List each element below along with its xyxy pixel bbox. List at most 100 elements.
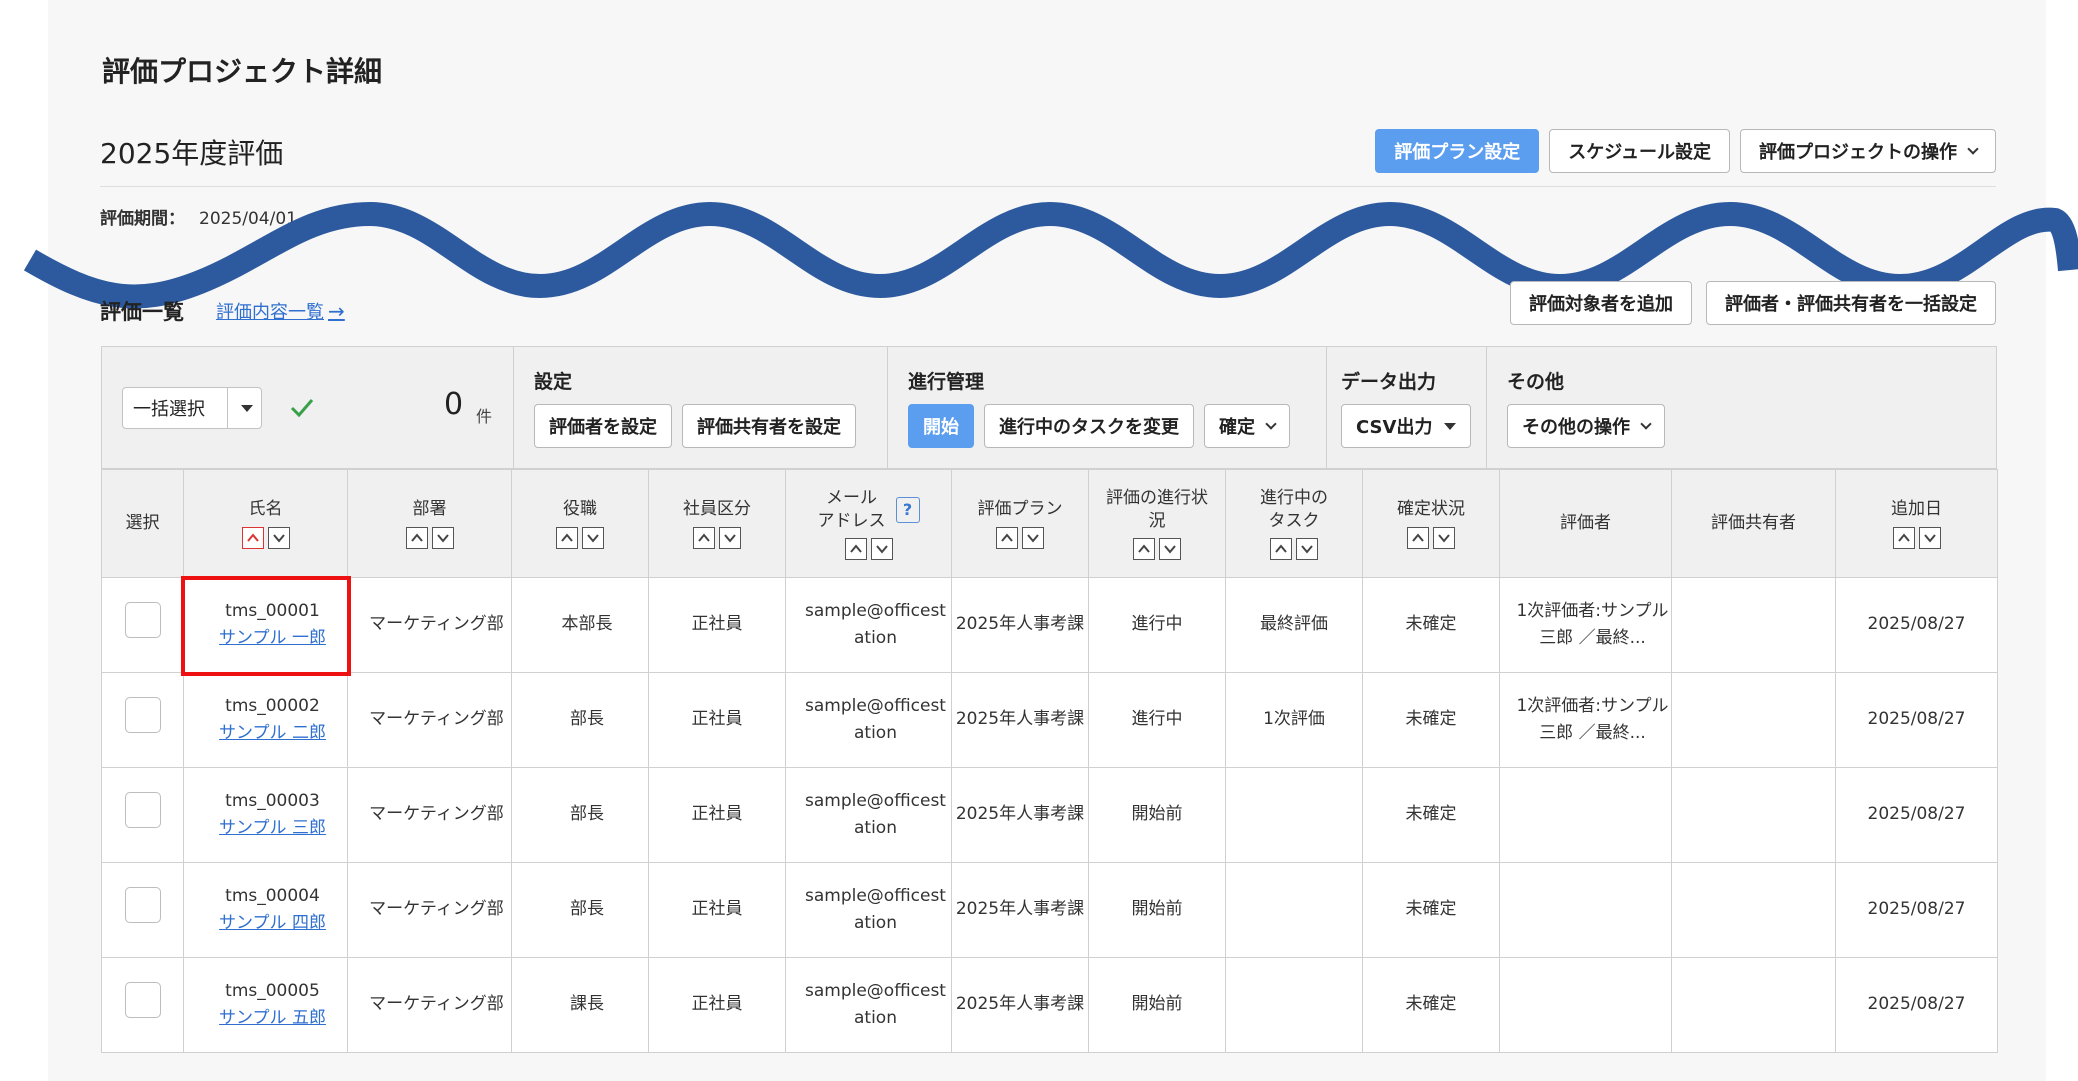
sort-asc-icon[interactable] bbox=[693, 526, 715, 549]
employee-type-cell: 正社員 bbox=[648, 862, 786, 958]
sort-desc-icon[interactable] bbox=[1296, 538, 1318, 561]
table-row: tms_00002 サンプル 二郎 マーケティング部 部長 正社員 sample@… bbox=[101, 672, 1998, 768]
list-title: 評価一覧 bbox=[100, 300, 184, 324]
evaluator-cell bbox=[1499, 767, 1672, 863]
sort-desc-icon[interactable] bbox=[1022, 526, 1044, 549]
add-target-button[interactable]: 評価対象者を追加 bbox=[1510, 281, 1692, 325]
other-operations-label: その他の操作 bbox=[1522, 417, 1630, 438]
project-name: 2025年度評価 bbox=[100, 137, 284, 170]
position-cell: 部長 bbox=[511, 862, 649, 958]
project-operations-label: 評価プロジェクトの操作 bbox=[1759, 142, 1957, 163]
csv-export-button[interactable]: CSV出力 bbox=[1341, 404, 1472, 448]
table-toolbar: 一括選択 0 件 設定 評価者を設定 評価共有者を設定 進行管理 開始 進行中の… bbox=[101, 346, 1997, 469]
evaluator-cell: 1次評価者:サンプル 三郎 ／最終... bbox=[1499, 672, 1672, 768]
sort-asc-icon[interactable] bbox=[241, 526, 264, 549]
sort-desc-icon[interactable] bbox=[719, 526, 741, 549]
employee-name-link[interactable]: サンプル 二郎 bbox=[198, 720, 347, 747]
col-progress: 評価の進行状 況 bbox=[1088, 469, 1226, 578]
table-header-row: 選択 氏名 部署 役職 社員区分 メール アドレス ? 評価プラン 評価の進行状… bbox=[101, 469, 1998, 578]
sort-desc-icon[interactable] bbox=[1918, 526, 1941, 549]
employee-name-link[interactable]: サンプル 五郎 bbox=[198, 1005, 347, 1032]
department-cell: マーケティング部 bbox=[347, 672, 512, 768]
sharer-cell bbox=[1671, 577, 1836, 673]
employee-name-link[interactable]: サンプル 一郎 bbox=[198, 625, 347, 652]
sort-asc-icon[interactable] bbox=[1133, 538, 1155, 561]
other-operations-button[interactable]: その他の操作 bbox=[1507, 404, 1665, 448]
employee-name-link[interactable]: サンプル 四郎 bbox=[198, 910, 347, 937]
col-department: 部署 bbox=[347, 469, 512, 578]
sort-asc-icon[interactable] bbox=[1407, 526, 1429, 549]
sort-asc-icon[interactable] bbox=[556, 526, 578, 549]
progress-cell: 進行中 bbox=[1088, 577, 1226, 673]
table-row: tms_00004 サンプル 四郎 マーケティング部 部長 正社員 sample@… bbox=[101, 862, 1998, 958]
sort-asc-icon[interactable] bbox=[1270, 538, 1292, 561]
progress-cell: 進行中 bbox=[1088, 672, 1226, 768]
change-task-button[interactable]: 進行中のタスクを変更 bbox=[984, 404, 1194, 448]
row-checkbox[interactable] bbox=[124, 887, 161, 924]
sort-asc-icon[interactable] bbox=[405, 526, 428, 549]
progress-cell: 開始前 bbox=[1088, 957, 1226, 1053]
plan-cell: 2025年人事考課 bbox=[951, 957, 1089, 1053]
chevron-down-icon bbox=[1640, 418, 1652, 430]
task-cell bbox=[1225, 957, 1363, 1053]
employee-id: tms_00004 bbox=[225, 885, 320, 906]
email-cell: sample@officestation bbox=[785, 957, 952, 1053]
sort-asc-icon[interactable] bbox=[1892, 526, 1915, 549]
confirm-label: 確定 bbox=[1219, 417, 1255, 438]
other-group: その他 その他の操作 bbox=[1486, 347, 1996, 468]
sort-desc-icon[interactable] bbox=[431, 526, 454, 549]
check-icon bbox=[290, 399, 314, 418]
employee-name-link[interactable]: サンプル 三郎 bbox=[198, 815, 347, 842]
sort-asc-icon[interactable] bbox=[996, 526, 1018, 549]
bulk-set-evaluators-button[interactable]: 評価者・評価共有者を一括設定 bbox=[1706, 281, 1996, 325]
col-task-label-1: 進行中の bbox=[1260, 487, 1328, 508]
evaluator-cell: 1次評価者:サンプル 三郎 ／最終... bbox=[1499, 577, 1672, 673]
sort-desc-icon[interactable] bbox=[870, 538, 893, 561]
evaluation-content-link[interactable]: 評価内容一覧 → bbox=[216, 298, 345, 324]
set-evaluator-button[interactable]: 評価者を設定 bbox=[534, 404, 672, 448]
added-date-cell: 2025/08/27 bbox=[1835, 577, 1998, 673]
confirm-button[interactable]: 確定 bbox=[1204, 404, 1290, 448]
export-group-title: データ出力 bbox=[1341, 371, 1437, 393]
col-name: 氏名 bbox=[183, 469, 348, 578]
sort-desc-icon[interactable] bbox=[582, 526, 604, 549]
task-cell bbox=[1225, 862, 1363, 958]
table-row: tms_00001 サンプル 一郎 マーケティング部 本部長 正社員 sample… bbox=[101, 577, 1998, 673]
plan-settings-button[interactable]: 評価プラン設定 bbox=[1375, 129, 1540, 173]
selection-area: 一括選択 0 件 bbox=[102, 347, 514, 468]
col-position-label: 役職 bbox=[563, 499, 597, 520]
employee-type-cell: 正社員 bbox=[648, 672, 786, 768]
bulk-select-dropdown[interactable]: 一括選択 bbox=[122, 387, 262, 429]
caret-down-icon[interactable] bbox=[227, 388, 261, 428]
employee-id: tms_00001 bbox=[225, 600, 320, 621]
sort-desc-icon[interactable] bbox=[1433, 526, 1455, 549]
settings-group: 設定 評価者を設定 評価共有者を設定 bbox=[514, 347, 887, 468]
sort-desc-icon[interactable] bbox=[267, 526, 290, 549]
email-cell: sample@officestation bbox=[785, 767, 952, 863]
schedule-settings-button[interactable]: スケジュール設定 bbox=[1549, 129, 1730, 173]
row-checkbox[interactable] bbox=[124, 697, 161, 734]
plan-cell: 2025年人事考課 bbox=[951, 672, 1089, 768]
list-actions: 評価対象者を追加 評価者・評価共有者を一括設定 bbox=[1510, 281, 1996, 325]
evaluator-cell bbox=[1499, 862, 1672, 958]
employee-id: tms_00002 bbox=[225, 695, 320, 716]
task-cell bbox=[1225, 767, 1363, 863]
set-sharer-button[interactable]: 評価共有者を設定 bbox=[682, 404, 856, 448]
plan-cell: 2025年人事考課 bbox=[951, 767, 1089, 863]
row-checkbox[interactable] bbox=[124, 982, 161, 1019]
row-checkbox[interactable] bbox=[124, 602, 161, 639]
project-operations-button[interactable]: 評価プロジェクトの操作 bbox=[1740, 129, 1996, 173]
col-name-label: 氏名 bbox=[248, 499, 283, 520]
caret-down-icon bbox=[1444, 422, 1457, 430]
position-cell: 部長 bbox=[511, 767, 649, 863]
sort-desc-icon[interactable] bbox=[1159, 538, 1181, 561]
row-checkbox[interactable] bbox=[124, 792, 161, 829]
sort-asc-icon[interactable] bbox=[844, 538, 867, 561]
col-confirm-status-label: 確定状況 bbox=[1397, 499, 1465, 520]
start-button[interactable]: 開始 bbox=[908, 404, 974, 448]
confirm-cell: 未確定 bbox=[1362, 957, 1500, 1053]
email-cell: sample@officestation bbox=[785, 577, 952, 673]
help-icon[interactable]: ? bbox=[895, 496, 920, 523]
department-cell: マーケティング部 bbox=[347, 862, 512, 958]
email-cell: sample@officestation bbox=[785, 672, 952, 768]
